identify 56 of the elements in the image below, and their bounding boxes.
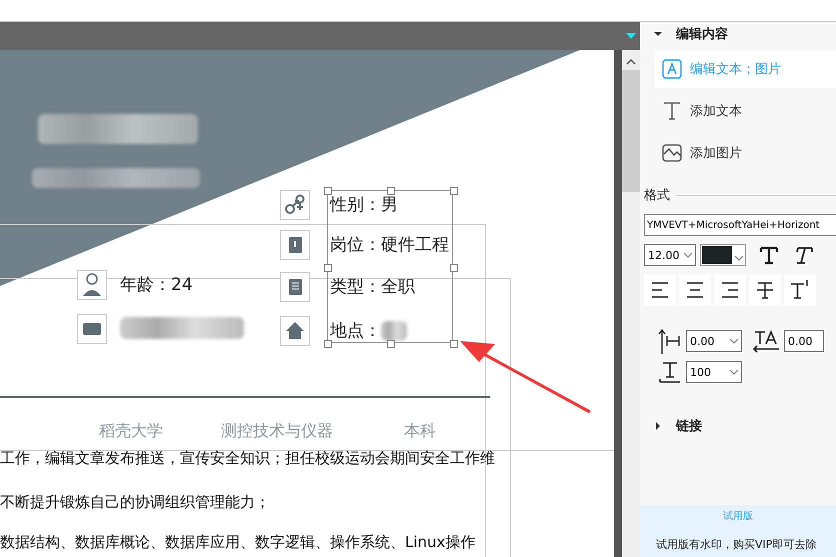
info-text: 年龄：24 [120, 274, 193, 296]
resize-handle[interactable] [450, 264, 458, 272]
resize-handle[interactable] [324, 187, 332, 195]
section-title: 编辑内容 [676, 26, 728, 43]
tool-button[interactable]: 添加文本 [654, 92, 836, 130]
color-picker[interactable] [700, 244, 746, 266]
info-text: 地点： [330, 320, 381, 342]
scroll-up-icon[interactable] [626, 58, 636, 66]
align-right-icon[interactable] [714, 274, 746, 306]
caret-icon [735, 256, 743, 260]
info-text: 性别：男 [330, 194, 398, 216]
resize-handle[interactable] [324, 340, 332, 348]
section-title: 链接 [676, 418, 702, 435]
info-icon [280, 190, 310, 220]
caret-icon [684, 252, 692, 258]
text-edit-icon [662, 59, 682, 79]
tool-button[interactable]: 添加图片 [654, 134, 836, 172]
dropdown-triangle-icon[interactable] [626, 33, 636, 39]
format-title: 格式 [644, 187, 670, 204]
paragraph-text: 不断提升锻炼自己的协调组织管理能力； [0, 493, 270, 512]
disclosure-triangle-icon[interactable] [654, 30, 662, 38]
scrollbar-thumb[interactable] [622, 70, 640, 192]
disclosure-triangle-icon[interactable] [654, 422, 662, 430]
info-icon [280, 316, 310, 346]
education-text: 本科 [404, 421, 436, 442]
align-center-icon[interactable] [679, 274, 711, 306]
resize-handle[interactable] [450, 187, 458, 195]
image-icon [662, 143, 682, 163]
paragraph-text: 工作，编辑文章发布推送，宣传安全知识；担任校级运动会期间安全工作维 [0, 449, 495, 468]
font-size-select[interactable]: 12.00 [644, 244, 696, 266]
paragraph-text: 数据结构、数据库概论、数据库应用、数字逻辑、操作系统、Linux操作 [0, 533, 476, 552]
line-spacing-icon[interactable] [658, 328, 682, 354]
resize-handle[interactable] [387, 187, 395, 195]
resize-handle[interactable] [324, 264, 332, 272]
info-icon [77, 314, 107, 344]
text-icon [662, 101, 682, 121]
align-left-icon[interactable] [644, 274, 676, 306]
education-text: 测控技术与仪器 [221, 421, 333, 442]
superscript-icon[interactable] [784, 274, 816, 306]
caret-icon [730, 370, 738, 374]
resize-handle[interactable] [450, 340, 458, 348]
line-spacing-select[interactable]: 0.00 [686, 330, 742, 352]
resize-handle[interactable] [387, 340, 395, 348]
info-text: 岗位：硬件工程 [330, 234, 449, 256]
strikethrough-icon[interactable] [749, 274, 781, 306]
info-icon [280, 230, 310, 260]
info-text: 类型：全职 [330, 276, 415, 298]
trial-notice: 试用版有水印，购买VIP即可去除 [655, 537, 816, 552]
bold-icon[interactable] [758, 244, 780, 266]
text-scale-select[interactable]: 100 [686, 361, 742, 383]
education-text: 稻壳大学 [99, 421, 163, 442]
character-spacing-icon[interactable] [752, 329, 780, 353]
caret-icon [730, 338, 738, 344]
text-scale-icon[interactable] [658, 360, 682, 384]
character-spacing-select[interactable]: 0.00 [784, 330, 824, 352]
font-field[interactable]: YMVEVT+MicrosoftYaHei+Horizont [644, 214, 836, 236]
